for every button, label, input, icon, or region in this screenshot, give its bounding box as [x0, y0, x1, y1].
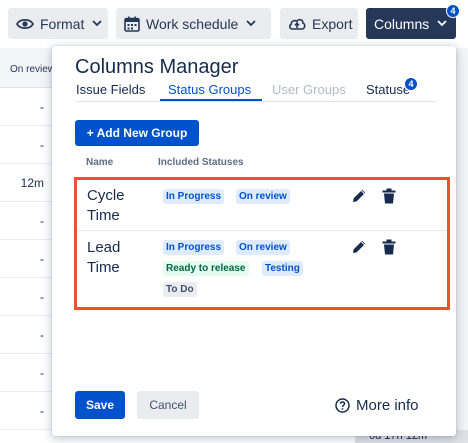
- more-info-label: More info: [356, 396, 419, 414]
- status-lozenge: Ready to release: [163, 261, 249, 276]
- table-scroll-edge: [456, 48, 468, 443]
- columns-button[interactable]: Columns: [366, 8, 456, 39]
- table-cell: -: [0, 354, 60, 392]
- tab-issue-fields[interactable]: Issue Fields: [76, 82, 145, 97]
- table-cell: -: [0, 240, 60, 278]
- chevron-down-icon: [246, 20, 256, 27]
- columns-label: Columns: [374, 15, 430, 32]
- table-cell: -: [0, 278, 60, 316]
- statuses-count-badge: 4: [404, 77, 418, 91]
- tab-user-groups[interactable]: User Groups: [272, 82, 346, 97]
- toolbar: Format Work schedule Export Columns 4: [0, 0, 468, 48]
- work-schedule-label: Work schedule: [146, 15, 239, 32]
- status-group-list: Cycle Time In Progress On review Lead Ti…: [74, 177, 450, 310]
- column-header-name: Name: [86, 157, 114, 168]
- add-new-group-button[interactable]: + Add New Group: [75, 120, 199, 146]
- table-cell: -: [0, 202, 60, 240]
- active-tab-indicator: [160, 99, 262, 101]
- column-header-on-review: On review: [0, 48, 60, 88]
- table-cell: 12m: [0, 164, 60, 202]
- status-lozenge: In Progress: [163, 240, 225, 255]
- column-header-included-statuses: Included Statuses: [158, 157, 244, 168]
- table-cell: -: [0, 392, 60, 430]
- edit-group-button[interactable]: [350, 240, 368, 258]
- status-group-row: Cycle Time In Progress On review: [77, 180, 447, 230]
- table-cell: -: [0, 316, 60, 354]
- pencil-icon: [352, 239, 367, 259]
- more-info-link[interactable]: More info: [335, 395, 419, 415]
- cancel-button[interactable]: Cancel: [137, 391, 199, 419]
- save-button[interactable]: Save: [75, 391, 125, 419]
- delete-group-button[interactable]: [380, 239, 398, 260]
- trash-icon: [382, 239, 396, 260]
- tab-status-groups[interactable]: Status Groups: [168, 82, 251, 97]
- panel-tabs: Issue Fields Status Groups User Groups S…: [76, 80, 436, 102]
- status-lozenge: On review: [236, 240, 290, 255]
- export-label: Export: [312, 15, 353, 32]
- delete-group-button[interactable]: [380, 188, 398, 209]
- chevron-down-icon: [92, 20, 102, 27]
- question-circle-icon: [335, 397, 350, 413]
- trash-icon: [382, 188, 396, 209]
- status-group-row: Lead Time In Progress On review Ready to…: [77, 230, 447, 307]
- panel-title: Columns Manager: [75, 56, 239, 78]
- table-cell: -: [0, 88, 60, 126]
- calendar-icon: [124, 16, 140, 32]
- cloud-upload-icon: [288, 17, 306, 31]
- group-name: Cycle Time: [87, 187, 125, 224]
- format-label: Format: [40, 15, 85, 32]
- export-button[interactable]: Export: [280, 8, 358, 39]
- eye-icon: [16, 17, 34, 31]
- status-lozenge: To Do: [163, 282, 197, 297]
- status-lozenge: On review: [236, 189, 290, 204]
- columns-count-badge: 4: [446, 4, 460, 18]
- work-schedule-button[interactable]: Work schedule: [116, 8, 271, 39]
- chevron-down-icon: [437, 20, 447, 27]
- status-lozenge: In Progress: [163, 189, 225, 204]
- format-button[interactable]: Format: [8, 8, 108, 39]
- group-name: Lead Time: [87, 239, 121, 276]
- pencil-icon: [352, 188, 367, 208]
- status-lozenge: Testing: [262, 261, 303, 276]
- columns-manager-panel: Columns Manager Issue Fields Status Grou…: [52, 46, 456, 436]
- table-cell: -: [0, 126, 60, 164]
- edit-group-button[interactable]: [350, 189, 368, 207]
